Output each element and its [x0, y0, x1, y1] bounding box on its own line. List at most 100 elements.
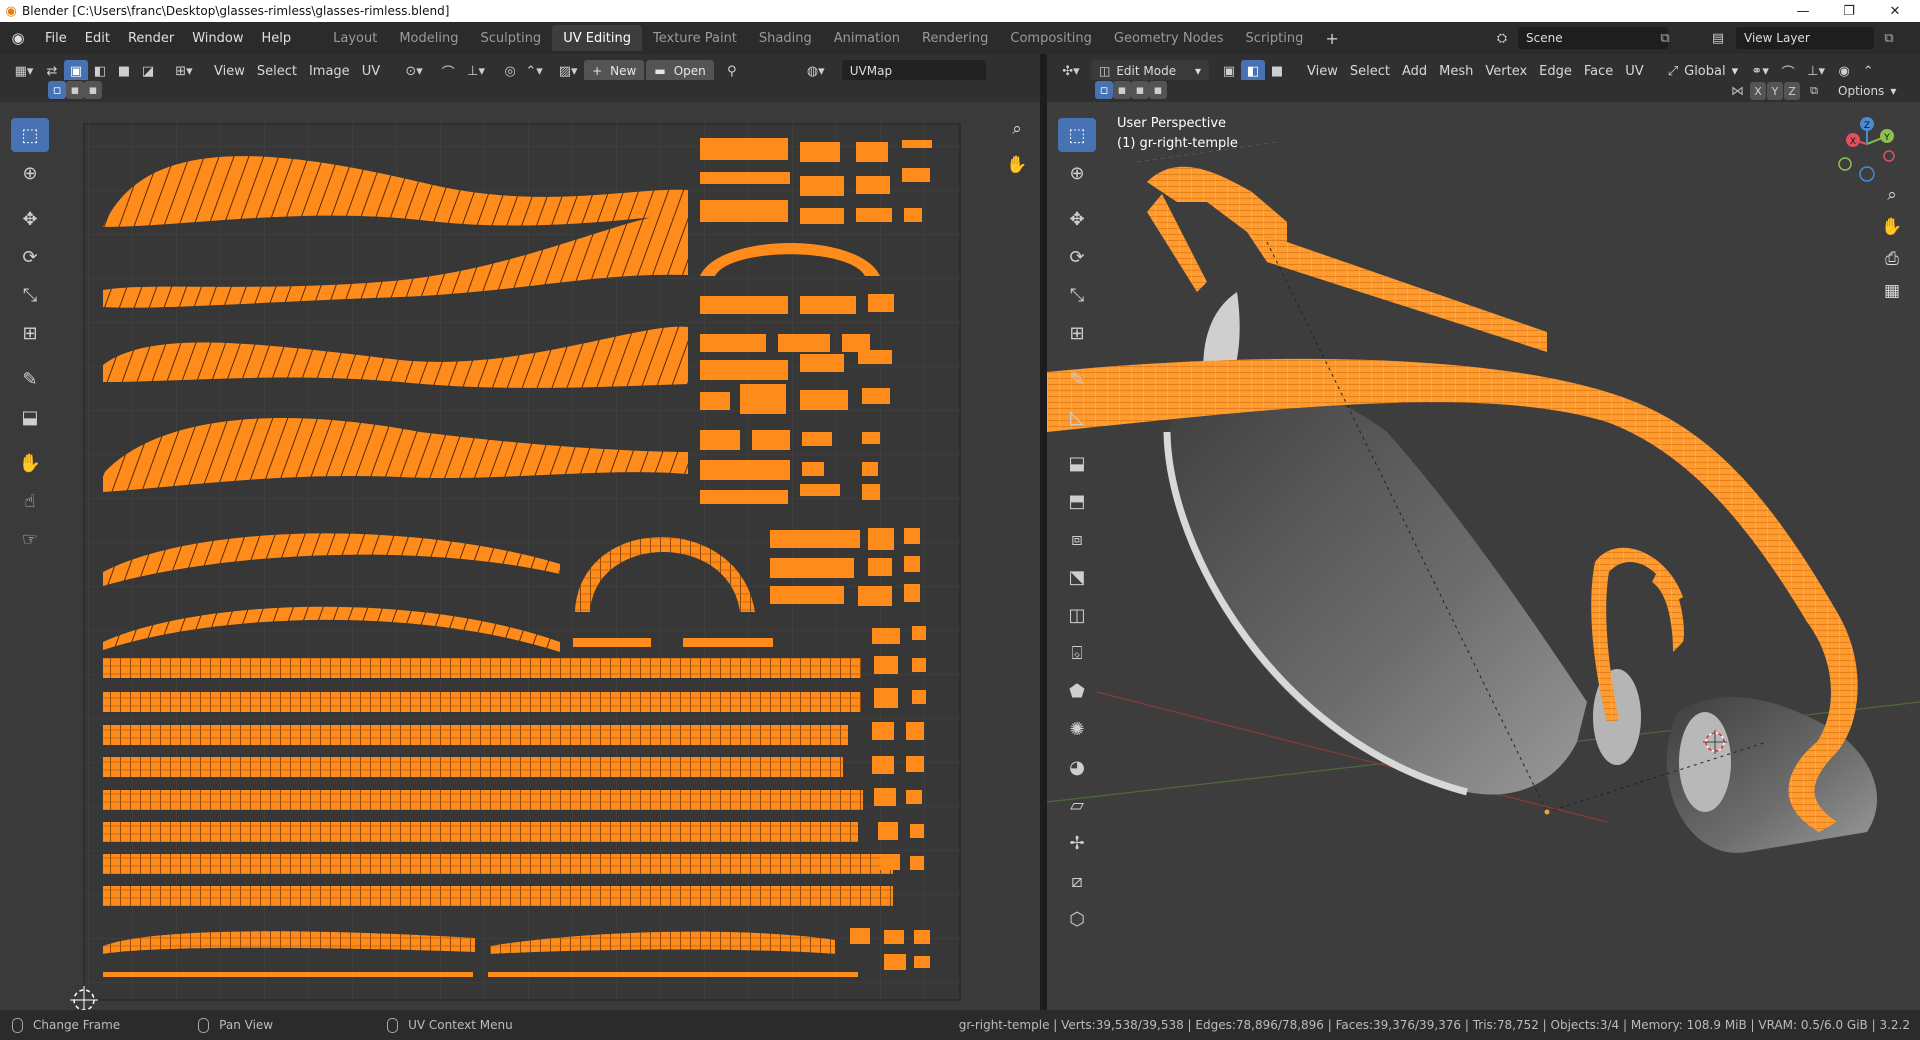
scene-icon[interactable]: ⛭ — [1488, 27, 1516, 49]
uv-vertex-select-icon[interactable]: ▣ — [64, 60, 88, 82]
tab-sculpting[interactable]: Sculpting — [469, 25, 552, 51]
vp-menu-edge[interactable]: Edge — [1533, 60, 1578, 82]
pivot-point-icon[interactable]: ⚭▾ — [1744, 60, 1776, 82]
pivot-icon[interactable]: ⊙▾ — [398, 60, 430, 82]
uv-menu-select[interactable]: Select — [251, 60, 303, 82]
vp-menu-face[interactable]: Face — [1578, 60, 1619, 82]
zoom-view-icon[interactable]: ⌕ — [1004, 116, 1030, 142]
viewport-3d[interactable]: User Perspective (1) gr-right-temple ⬚ ⊕… — [1047, 102, 1920, 1010]
snap-target-icon[interactable]: ⊥▾ — [460, 60, 492, 82]
edge-slide-tool-icon[interactable]: ▱ — [1058, 788, 1096, 822]
ortho-toggle-icon[interactable]: ▦ — [1879, 278, 1905, 304]
vp-rotate-tool-icon[interactable]: ⟳ — [1058, 240, 1096, 274]
vp-zoom-icon[interactable]: ⌕ — [1879, 182, 1905, 208]
vp-menu-add[interactable]: Add — [1396, 60, 1433, 82]
tab-modeling[interactable]: Modeling — [388, 25, 469, 51]
uv-face-select-icon[interactable]: ■ — [112, 60, 136, 82]
vp-proportional-icon[interactable]: ◉ — [1832, 60, 1856, 82]
viewport-editor-type-icon[interactable]: ✣▾ — [1055, 60, 1087, 82]
edge-select-mode-icon[interactable]: ◧ — [1241, 60, 1265, 82]
open-image-button[interactable]: ▬ Open — [646, 60, 714, 82]
vp-menu-uv[interactable]: UV — [1619, 60, 1649, 82]
image-browse-icon[interactable]: ▨▾ — [552, 60, 584, 82]
poly-build-tool-icon[interactable]: ⬟ — [1058, 674, 1096, 708]
topology-mirror-icon[interactable]: ⧉ — [1804, 82, 1824, 100]
falloff-icon[interactable]: ⌃▾ — [522, 60, 546, 82]
uv-island-select-icon[interactable]: ◪ — [136, 60, 160, 82]
cursor-tool-icon[interactable]: ⊕ — [11, 156, 49, 190]
select-box-tool-icon[interactable]: ⬚ — [11, 118, 49, 152]
minimize-button[interactable]: — — [1780, 0, 1826, 22]
vp-scale-tool-icon[interactable]: ⤡ — [1058, 278, 1096, 312]
uv-edge-select-icon[interactable]: ◧ — [88, 60, 112, 82]
mode-select[interactable]: ◫ Edit Mode ▾ — [1091, 60, 1209, 82]
vp-select-subtract-icon[interactable]: ▪ — [1131, 81, 1149, 99]
smooth-tool-icon[interactable]: ◕ — [1058, 750, 1096, 784]
rip-tool-icon[interactable]: ⬓ — [11, 400, 49, 434]
new-scene-icon[interactable]: ⧉ — [1654, 27, 1676, 49]
vp-menu-select[interactable]: Select — [1344, 60, 1396, 82]
mirror-z-toggle[interactable]: Z — [1784, 82, 1800, 100]
tab-animation[interactable]: Animation — [823, 25, 911, 51]
measure-tool-icon[interactable]: ◺ — [1058, 400, 1096, 434]
tab-uv-editing[interactable]: UV Editing — [552, 25, 643, 51]
snap-icon[interactable]: ⌒ — [436, 60, 460, 82]
mirror-y-toggle[interactable]: Y — [1767, 82, 1783, 100]
mirror-x-toggle[interactable]: X — [1750, 82, 1766, 100]
vp-select-new-icon[interactable]: ▫ — [1095, 81, 1113, 99]
blender-menu-icon[interactable]: ◉ — [0, 29, 36, 47]
pinch-tool-icon[interactable]: ☞ — [11, 522, 49, 556]
new-view-layer-icon[interactable]: ⧉ — [1878, 27, 1900, 49]
annotate-tool-icon[interactable]: ✎ — [11, 362, 49, 396]
shear-tool-icon[interactable]: ⧄ — [1058, 864, 1096, 898]
rotate-tool-icon[interactable]: ⟳ — [11, 240, 49, 274]
bevel-tool-icon[interactable]: ⬔ — [1058, 560, 1096, 594]
scene-field[interactable]: Scene — [1518, 27, 1668, 49]
extrude-tool-icon[interactable]: ⬒ — [1058, 484, 1096, 518]
tab-texture-paint[interactable]: Texture Paint — [642, 25, 748, 51]
menu-render[interactable]: Render — [119, 26, 183, 50]
grab-tool-icon[interactable]: ✋ — [11, 446, 49, 480]
close-button[interactable]: ✕ — [1872, 0, 1918, 22]
uv-overlay-icon[interactable]: ◍▾ — [798, 60, 834, 82]
sticky-select-icon[interactable]: ⊞▾ — [168, 60, 200, 82]
new-image-button[interactable]: + New — [584, 60, 645, 82]
uv-editor-canvas[interactable]: ⬚ ⊕ ✥ ⟳ ⤡ ⊞ ✎ ⬓ ✋ ☝ ☞ ⌕ ✋ — [0, 102, 1040, 1010]
uvmap-field[interactable]: UVMap — [841, 60, 986, 82]
tab-scripting[interactable]: Scripting — [1235, 25, 1315, 51]
view-layer-field[interactable]: View Layer — [1736, 27, 1874, 49]
select-subtract-icon[interactable]: ▪ — [84, 81, 102, 99]
vp-select-invert-icon[interactable]: ▪ — [1149, 81, 1167, 99]
vp-annotate-tool-icon[interactable]: ✎ — [1058, 362, 1096, 396]
face-select-mode-icon[interactable]: ■ — [1265, 60, 1289, 82]
proportional-edit-icon[interactable]: ◎ — [498, 60, 522, 82]
tab-compositing[interactable]: Compositing — [999, 25, 1103, 51]
loop-cut-tool-icon[interactable]: ◫ — [1058, 598, 1096, 632]
transform-tool-icon[interactable]: ⊞ — [11, 316, 49, 350]
view-layer-icon[interactable]: ▤ — [1704, 27, 1732, 49]
uv-menu-image[interactable]: Image — [303, 60, 356, 82]
spin-tool-icon[interactable]: ✺ — [1058, 712, 1096, 746]
camera-view-icon[interactable]: ⎙ — [1879, 246, 1905, 272]
knife-tool-icon[interactable]: ⌺ — [1058, 636, 1096, 670]
orientation-select[interactable]: ⤢ Global ▾ — [1662, 60, 1744, 82]
options-button[interactable]: Options ▾ — [1832, 80, 1902, 102]
select-extend-icon[interactable]: ▪ — [66, 81, 84, 99]
vp-snap-target-icon[interactable]: ⊥▾ — [1800, 60, 1832, 82]
pan-view-icon[interactable]: ✋ — [1004, 152, 1030, 178]
vp-move-tool-icon[interactable]: ✥ — [1058, 202, 1096, 236]
tab-geometry-nodes[interactable]: Geometry Nodes — [1103, 25, 1235, 51]
vp-menu-view[interactable]: View — [1301, 60, 1344, 82]
uv-menu-view[interactable]: View — [208, 60, 251, 82]
vp-snap-icon[interactable]: ⌒ — [1776, 60, 1800, 82]
vp-select-box-tool-icon[interactable]: ⬚ — [1058, 118, 1096, 152]
add-cube-tool-icon[interactable]: ⬓ — [1058, 446, 1096, 480]
vp-menu-mesh[interactable]: Mesh — [1433, 60, 1479, 82]
navigation-gizmo[interactable]: Y X Z — [1827, 110, 1907, 184]
shrink-fatten-tool-icon[interactable]: ✢ — [1058, 826, 1096, 860]
menu-file[interactable]: File — [36, 26, 76, 50]
pin-icon[interactable]: ⚲ — [720, 60, 744, 82]
tab-rendering[interactable]: Rendering — [911, 25, 999, 51]
vp-pan-icon[interactable]: ✋ — [1879, 214, 1905, 240]
vp-falloff-icon[interactable]: ⌃ — [1856, 60, 1880, 82]
